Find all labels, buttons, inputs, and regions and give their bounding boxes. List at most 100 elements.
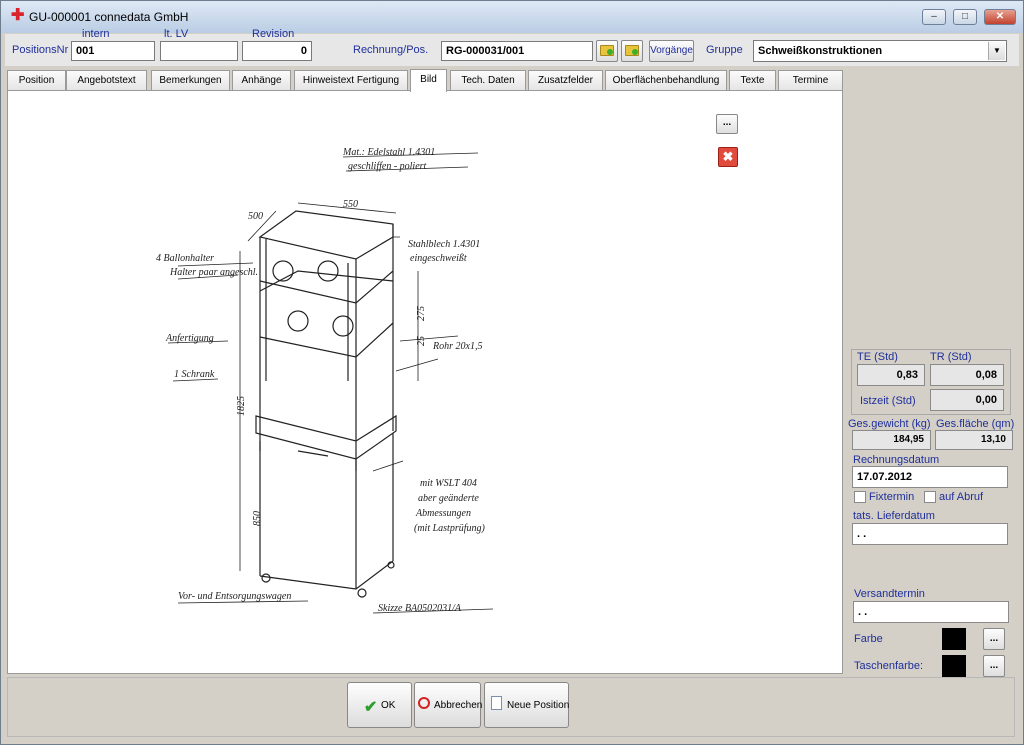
sketch-note: mit WSLT 404 bbox=[420, 478, 477, 489]
main-window: ✚ GU-000001 connedata GmbH – □ ✕ Positio… bbox=[0, 0, 1024, 745]
flaeche-label: Ges.fläche (qm) bbox=[936, 418, 1015, 430]
revision-field[interactable]: 0 bbox=[242, 41, 312, 61]
tab-position[interactable]: Position bbox=[7, 70, 66, 91]
title-bar: ✚ GU-000001 connedata GmbH – □ ✕ bbox=[1, 1, 1023, 33]
sketch-note: Skizze BA0502031/A bbox=[378, 603, 462, 614]
rechnung-label: Rechnung/Pos. bbox=[353, 44, 429, 56]
aufabruf-checkbox[interactable] bbox=[924, 491, 936, 503]
revision-label: Revision bbox=[252, 28, 295, 40]
window-title: GU-000001 connedata GmbH bbox=[29, 10, 189, 24]
te-label: TE (Std) bbox=[857, 351, 898, 363]
open-position-button[interactable] bbox=[621, 40, 643, 62]
gruppe-value: Schweißkonstruktionen bbox=[758, 45, 883, 57]
ok-button[interactable]: ✔ OK bbox=[347, 682, 412, 728]
neue-position-button[interactable]: Neue Position bbox=[484, 682, 569, 728]
sketch-note: 1 Schrank bbox=[174, 369, 215, 380]
sketch-dimension: 550 bbox=[343, 199, 358, 210]
lt-lv-label: lt. LV bbox=[164, 28, 189, 40]
new-document-icon bbox=[491, 696, 502, 710]
vorgaenge-button[interactable]: Vorgänge bbox=[649, 40, 694, 62]
folder-icon bbox=[600, 45, 614, 56]
sketch-note: Vor- und Entsorgungswagen bbox=[178, 591, 291, 602]
tr-field[interactable]: 0,08 bbox=[930, 364, 1004, 386]
lt-lv-field[interactable] bbox=[160, 41, 238, 61]
sketch-dimension: 1825 bbox=[236, 396, 247, 416]
tab-hinweistext-fertigung[interactable]: Hinweistext Fertigung bbox=[294, 70, 408, 91]
close-button[interactable]: ✕ bbox=[984, 9, 1016, 25]
tab-strip: Position Angebotstext Bemerkungen Anhäng… bbox=[7, 69, 843, 92]
sketch-note: Anfertigung bbox=[165, 333, 214, 344]
checkmark-icon: ✔ bbox=[364, 699, 378, 716]
sketch-note: eingeschweißt bbox=[410, 253, 467, 264]
sketch-worktop bbox=[255, 414, 397, 460]
tab-termine[interactable]: Termine bbox=[778, 70, 843, 91]
tab-bild[interactable]: Bild bbox=[410, 69, 447, 92]
sketch-note: Abmessungen bbox=[415, 508, 471, 519]
sketch-dimension: 850 bbox=[252, 511, 263, 526]
folder-icon bbox=[625, 45, 639, 56]
app-cross-icon: ✚ bbox=[11, 7, 25, 24]
sketch-note: 4 Ballonhalter bbox=[156, 253, 214, 264]
maximize-button[interactable]: □ bbox=[953, 9, 977, 25]
positionsnr-label: PositionsNr bbox=[12, 44, 69, 56]
sketch-shelf bbox=[259, 270, 394, 358]
sketch-dimension: 275 bbox=[416, 306, 427, 321]
intern-field[interactable]: 001 bbox=[71, 41, 155, 61]
delete-image-icon[interactable]: ✖ bbox=[718, 147, 738, 167]
sketch-note: Stahlblech 1.4301 bbox=[408, 239, 480, 250]
sketch-top bbox=[258, 210, 394, 260]
gewicht-field[interactable]: 184,95 bbox=[852, 430, 931, 450]
istzeit-label: Istzeit (Std) bbox=[860, 395, 916, 407]
taschenfarbe-swatch[interactable] bbox=[942, 655, 966, 677]
fixtermin-checkbox[interactable] bbox=[854, 491, 866, 503]
taschenfarbe-browse-button[interactable]: ... bbox=[983, 655, 1005, 677]
farbe-swatch[interactable] bbox=[942, 628, 966, 650]
aufabruf-label: auf Abruf bbox=[939, 491, 984, 503]
farbe-browse-button[interactable]: ... bbox=[983, 628, 1005, 650]
minimize-button[interactable]: – bbox=[922, 9, 946, 25]
sketch-note: Mat.: Edelstahl 1.4301 bbox=[342, 147, 435, 158]
sketch-note: aber geänderte bbox=[418, 493, 479, 504]
abbrechen-label: Abbrechen bbox=[434, 700, 483, 711]
lieferdatum-label: tats. Lieferdatum bbox=[853, 510, 935, 522]
abbrechen-button[interactable]: Abbrechen bbox=[414, 682, 483, 728]
image-panel: ... ✖ Mat.: Edelstahl 1.4301 geschliffen… bbox=[7, 90, 843, 674]
te-field[interactable]: 0,83 bbox=[857, 364, 925, 386]
versandtermin-label: Versandtermin bbox=[854, 588, 925, 600]
farbe-label: Farbe bbox=[854, 633, 883, 645]
flaeche-field[interactable]: 13,10 bbox=[935, 430, 1013, 450]
lieferdatum-field[interactable]: . . bbox=[852, 523, 1008, 545]
tab-anhaenge[interactable]: Anhänge bbox=[232, 70, 291, 91]
chevron-down-icon[interactable]: ▼ bbox=[988, 42, 1005, 60]
cancel-icon bbox=[418, 697, 430, 709]
gruppe-label: Gruppe bbox=[706, 44, 743, 56]
tab-bemerkungen[interactable]: Bemerkungen bbox=[151, 70, 230, 91]
tab-tech-daten[interactable]: Tech. Daten bbox=[450, 70, 526, 91]
sketch-dimension: 500 bbox=[248, 211, 263, 222]
sketch-note: (mit Lastprüfung) bbox=[414, 523, 486, 534]
intern-label: intern bbox=[82, 28, 110, 40]
tab-oberflaechenbehandlung[interactable]: Oberflächenbehandlung bbox=[605, 70, 727, 91]
tr-label: TR (Std) bbox=[930, 351, 972, 363]
sketch-dimension: 25 bbox=[416, 336, 427, 346]
sketch-note: Halter paar angeschl. bbox=[169, 267, 258, 278]
istzeit-field[interactable]: 0,00 bbox=[930, 389, 1004, 411]
ok-label: OK bbox=[381, 700, 396, 711]
open-invoice-button[interactable] bbox=[596, 40, 618, 62]
neue-position-label: Neue Position bbox=[507, 700, 570, 711]
tab-texte[interactable]: Texte bbox=[729, 70, 776, 91]
sketch-note: geschliffen - poliert bbox=[348, 161, 427, 172]
gruppe-select[interactable]: Schweißkonstruktionen ▼ bbox=[753, 40, 1007, 62]
technical-sketch: Mat.: Edelstahl 1.4301 geschliffen - pol… bbox=[156, 147, 494, 614]
rechnung-field[interactable]: RG-000031/001 bbox=[441, 41, 593, 61]
tab-zusatzfelder[interactable]: Zusatzfelder bbox=[528, 70, 603, 91]
tab-angebotstext[interactable]: Angebotstext bbox=[66, 70, 147, 91]
taschenfarbe-label: Taschenfarbe: bbox=[854, 660, 924, 672]
sketch-lower-frame bbox=[259, 433, 394, 590]
rechnungsdatum-label: Rechnungsdatum bbox=[853, 454, 940, 466]
versandtermin-field[interactable]: . . bbox=[853, 601, 1009, 623]
rechnungsdatum-field[interactable]: 17.07.2012 bbox=[852, 466, 1008, 488]
sketch-note: Rohr 20x1,5 bbox=[432, 341, 482, 352]
browse-image-button[interactable]: ... bbox=[716, 114, 738, 134]
gewicht-label: Ges.gewicht (kg) bbox=[848, 418, 931, 430]
